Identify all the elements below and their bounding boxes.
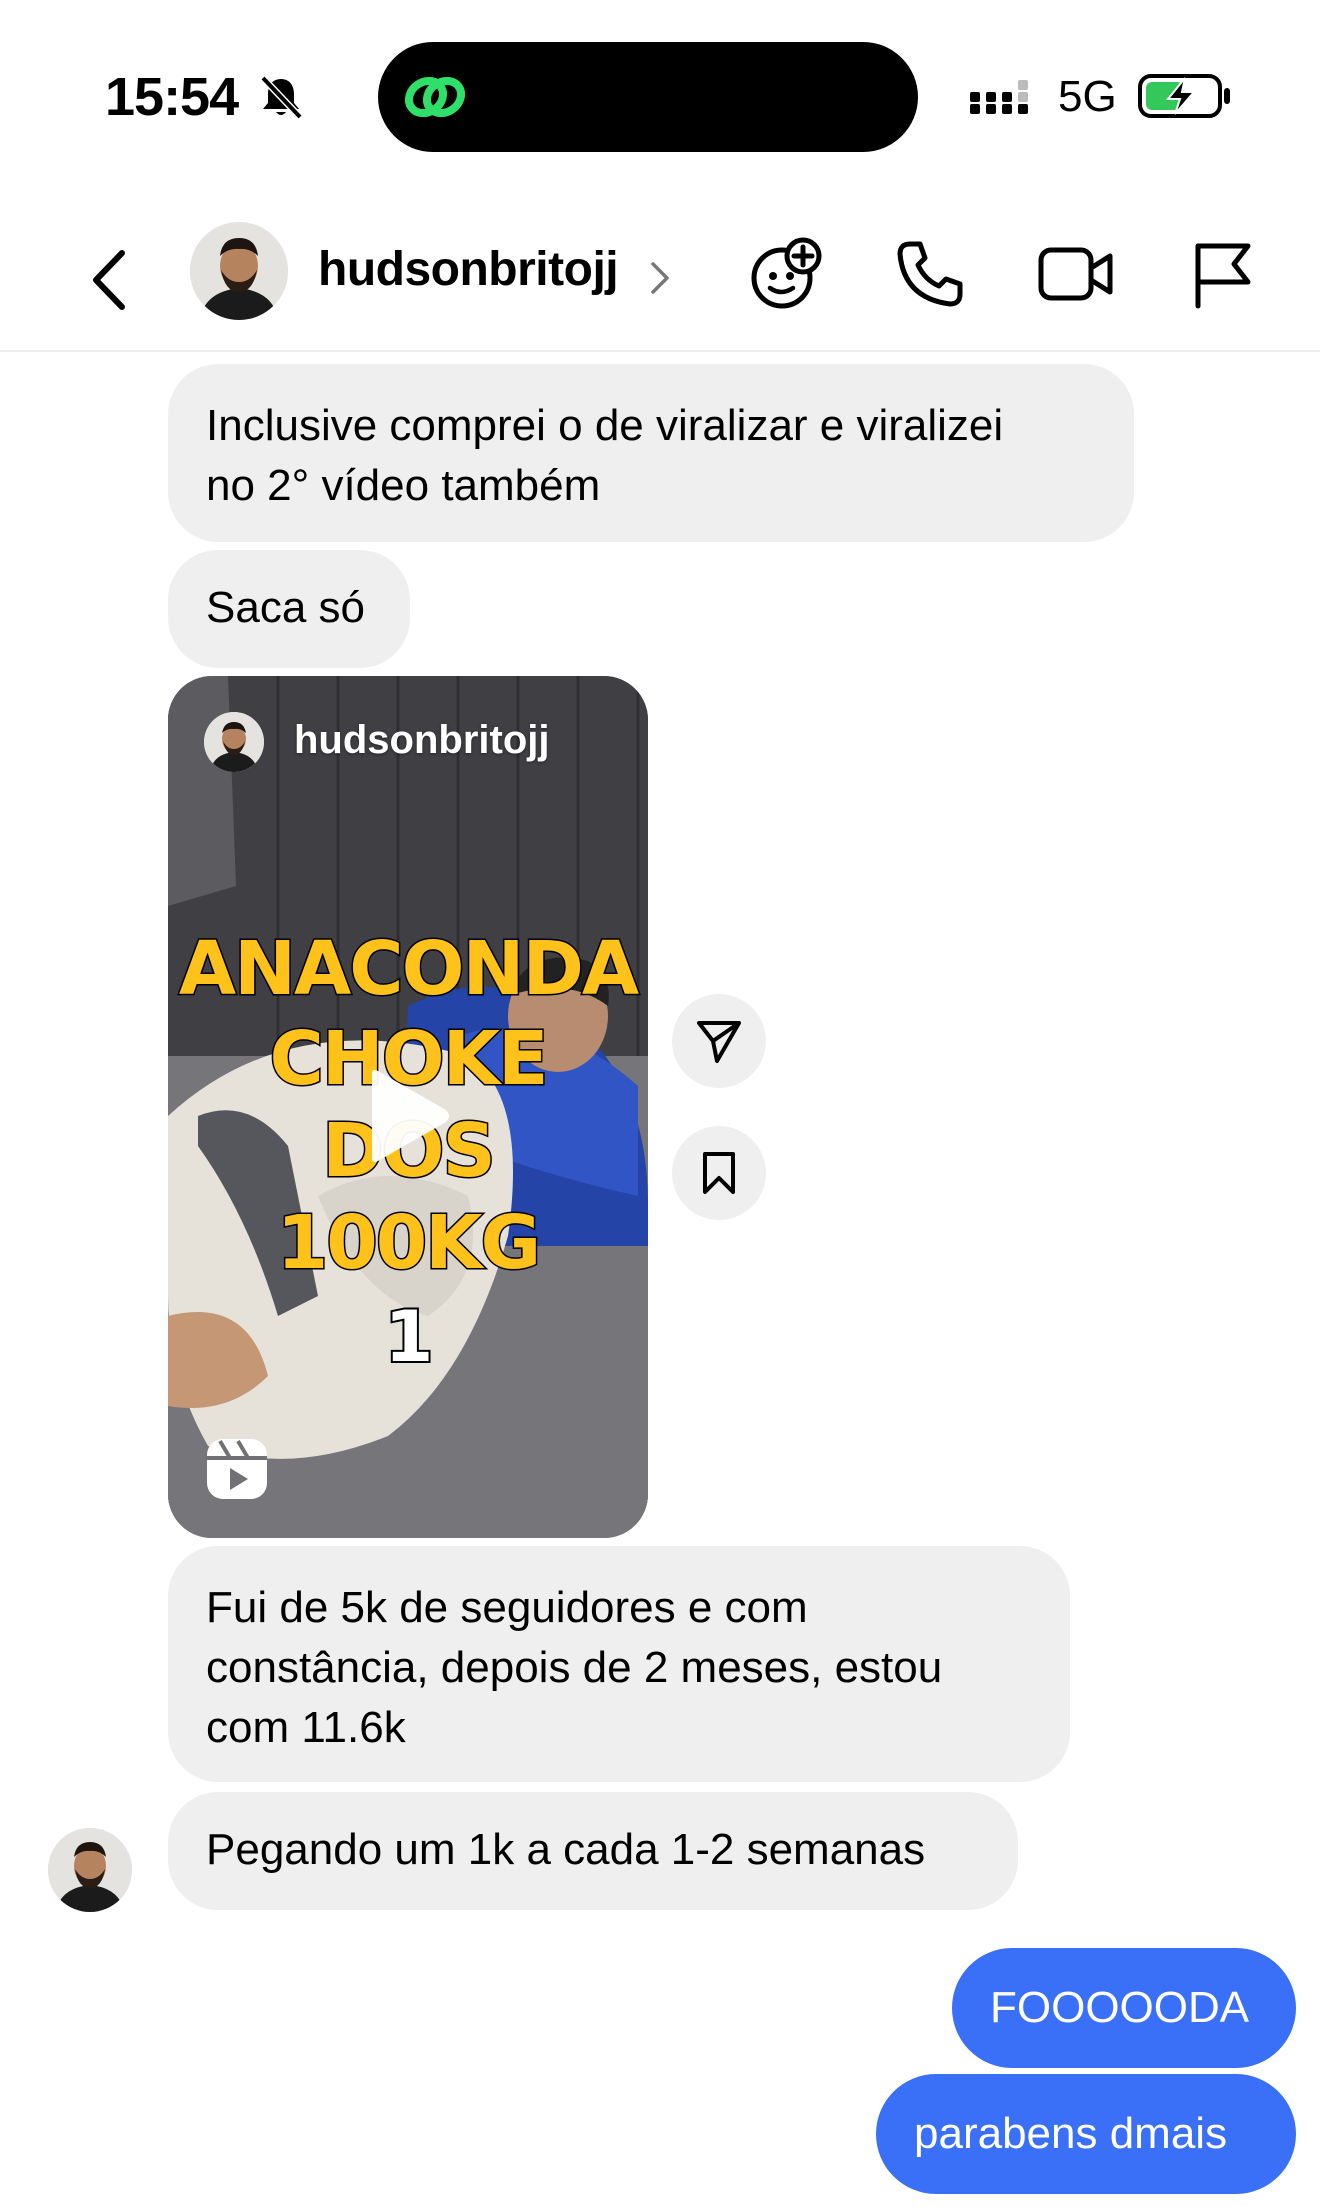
message-text-line: Fui de 5k de seguidores e com: [206, 1583, 808, 1632]
save-reel-button[interactable]: [672, 1126, 766, 1220]
back-button[interactable]: [80, 240, 136, 320]
video-call-button[interactable]: [1034, 232, 1118, 316]
message-text-line: FOOOOODA: [990, 1983, 1250, 2032]
effects-sticker-icon: [751, 237, 822, 309]
status-bar: 15:54 5G: [0, 0, 1320, 180]
chat-username[interactable]: hudsonbritojj: [318, 242, 619, 297]
link-icon: [404, 76, 466, 118]
phone-icon: [897, 241, 963, 307]
message-bubble-incoming[interactable]: Pegando um 1k a cada 1-2 semanas: [168, 1792, 1018, 1910]
message-bubble-outgoing[interactable]: FOOOOODA: [952, 1948, 1296, 2068]
avatar-image: [190, 222, 288, 320]
message-text-line: Saca só: [206, 583, 365, 632]
reel-caption-line: ANACONDA: [177, 925, 640, 1014]
chevron-right-icon[interactable]: [648, 258, 672, 298]
bell-slash-icon: [260, 75, 303, 120]
reel-avatar: [204, 712, 264, 772]
battery-charging-icon: [1138, 74, 1230, 118]
back-chevron-icon: [93, 250, 125, 310]
reel-overlay-number: 1: [383, 1294, 436, 1380]
dynamic-island[interactable]: [378, 42, 918, 152]
send-icon: [697, 1021, 741, 1063]
status-time: 15:54: [105, 67, 239, 127]
message-text-line: constância, depois de 2 meses, estou: [206, 1643, 943, 1692]
cellular-signal-icon: [970, 80, 1028, 114]
report-button[interactable]: [1180, 232, 1264, 316]
message-text-line: com 11.6k: [206, 1703, 406, 1752]
play-icon[interactable]: [362, 1066, 452, 1166]
reel-username: hudsonbritojj: [294, 718, 550, 762]
shared-reel[interactable]: hudsonbritojj ANACONDA CHOKE DOS 100KG 1: [168, 676, 648, 1538]
video-camera-icon: [1038, 247, 1113, 301]
chat-header: hudsonbritojj: [0, 210, 1320, 352]
message-text-line: Pegando um 1k a cada 1-2 semanas: [206, 1825, 926, 1874]
effects-button[interactable]: [744, 232, 828, 316]
message-text-line: Inclusive comprei o de viralizar e viral…: [206, 401, 1004, 450]
message-bubble-incoming[interactable]: Saca só: [168, 550, 410, 668]
avatar[interactable]: [48, 1828, 132, 1912]
message-text-line: parabens dmais: [914, 2109, 1228, 2158]
message-text-line: no 2° vídeo também: [206, 461, 601, 510]
reels-icon: [207, 1439, 267, 1499]
message-bubble-incoming[interactable]: Fui de 5k de seguidores e com constância…: [168, 1546, 1070, 1782]
bookmark-icon: [703, 1152, 735, 1194]
network-type: 5G: [1058, 72, 1117, 121]
message-bubble-outgoing[interactable]: parabens dmais: [876, 2074, 1296, 2194]
flag-icon: [1195, 243, 1251, 309]
avatar[interactable]: [190, 222, 288, 320]
message-bubble-incoming[interactable]: Inclusive comprei o de viralizar e viral…: [168, 364, 1134, 542]
reel-caption-line: 100KG: [275, 1199, 543, 1288]
audio-call-button[interactable]: [888, 232, 972, 316]
share-reel-button[interactable]: [672, 994, 766, 1088]
